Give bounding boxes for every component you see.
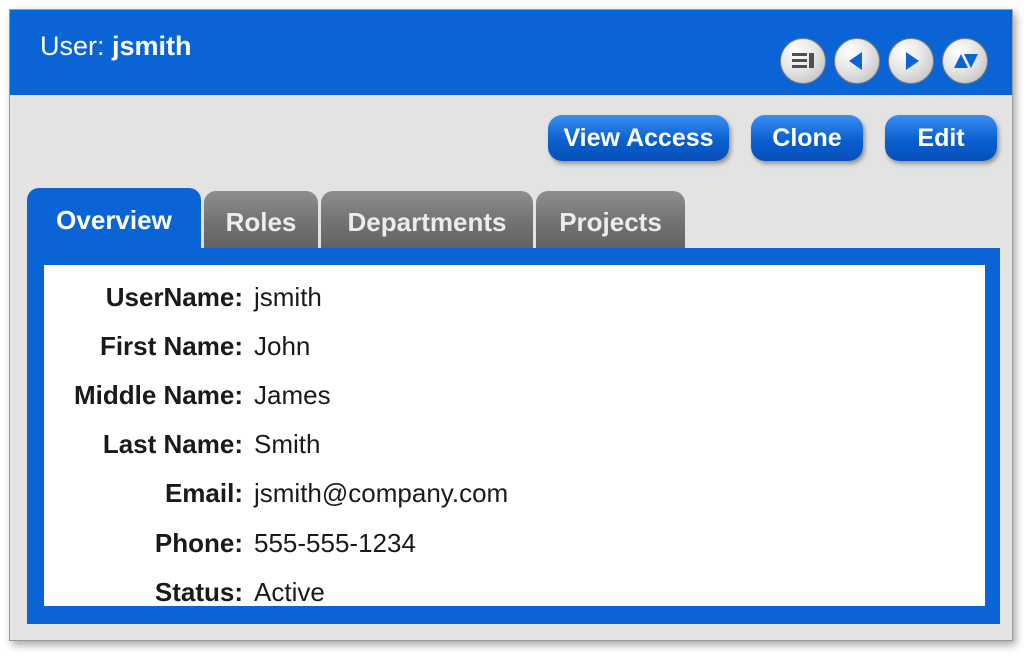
field-value: James bbox=[254, 379, 331, 410]
previous-icon[interactable] bbox=[834, 38, 880, 84]
field-username: UserName: jsmith bbox=[44, 277, 944, 317]
field-label: Last Name: bbox=[102, 428, 243, 459]
field-status: Status: Active bbox=[44, 572, 944, 612]
record-navigation bbox=[780, 38, 988, 84]
list-view-icon[interactable] bbox=[780, 38, 826, 84]
field-value: 555-555-1234 bbox=[254, 527, 416, 558]
field-value: jsmith@company.com bbox=[254, 477, 509, 508]
field-value: John bbox=[254, 330, 311, 361]
field-email: Email: jsmith@company.com bbox=[44, 473, 944, 513]
field-last-name: Last Name: Smith bbox=[44, 424, 944, 464]
action-toolbar: View Access Clone Edit bbox=[548, 115, 997, 161]
field-value: Smith bbox=[254, 428, 321, 459]
next-icon[interactable] bbox=[888, 38, 934, 84]
tab-overview[interactable]: Overview bbox=[27, 188, 201, 249]
field-value: Active bbox=[254, 576, 325, 607]
field-phone: Phone: 555-555-1234 bbox=[44, 523, 944, 563]
view-access-button[interactable]: View Access bbox=[548, 115, 729, 161]
field-first-name: First Name: John bbox=[44, 326, 944, 366]
tab-projects[interactable]: Projects bbox=[536, 191, 685, 249]
field-label: Middle Name: bbox=[73, 379, 243, 410]
field-middle-name: Middle Name: James bbox=[44, 375, 944, 415]
tab-roles[interactable]: Roles bbox=[204, 191, 318, 249]
user-detail-window: User: jsmith View Access Clone Edit Over… bbox=[9, 9, 1013, 641]
field-label: Email: bbox=[164, 477, 243, 508]
user-details: UserName: jsmith First Name: John Middle… bbox=[44, 265, 985, 607]
clone-button[interactable]: Clone bbox=[751, 115, 863, 161]
field-label: Status: bbox=[154, 576, 243, 607]
title-bar: User: jsmith bbox=[10, 10, 1012, 95]
field-label: UserName: bbox=[105, 281, 243, 312]
title-prefix: User: bbox=[40, 31, 105, 61]
tab-bar: Overview Roles Departments Projects bbox=[27, 188, 685, 249]
field-label: First Name: bbox=[99, 330, 243, 361]
tab-departments[interactable]: Departments bbox=[321, 191, 533, 249]
sort-icon[interactable] bbox=[942, 38, 988, 84]
title-user-name: jsmith bbox=[112, 31, 192, 61]
edit-button[interactable]: Edit bbox=[885, 115, 997, 161]
page-title: User: jsmith bbox=[40, 31, 192, 62]
field-label: Phone: bbox=[154, 527, 243, 558]
overview-panel: UserName: jsmith First Name: John Middle… bbox=[27, 248, 1000, 624]
field-value: jsmith bbox=[254, 281, 322, 312]
